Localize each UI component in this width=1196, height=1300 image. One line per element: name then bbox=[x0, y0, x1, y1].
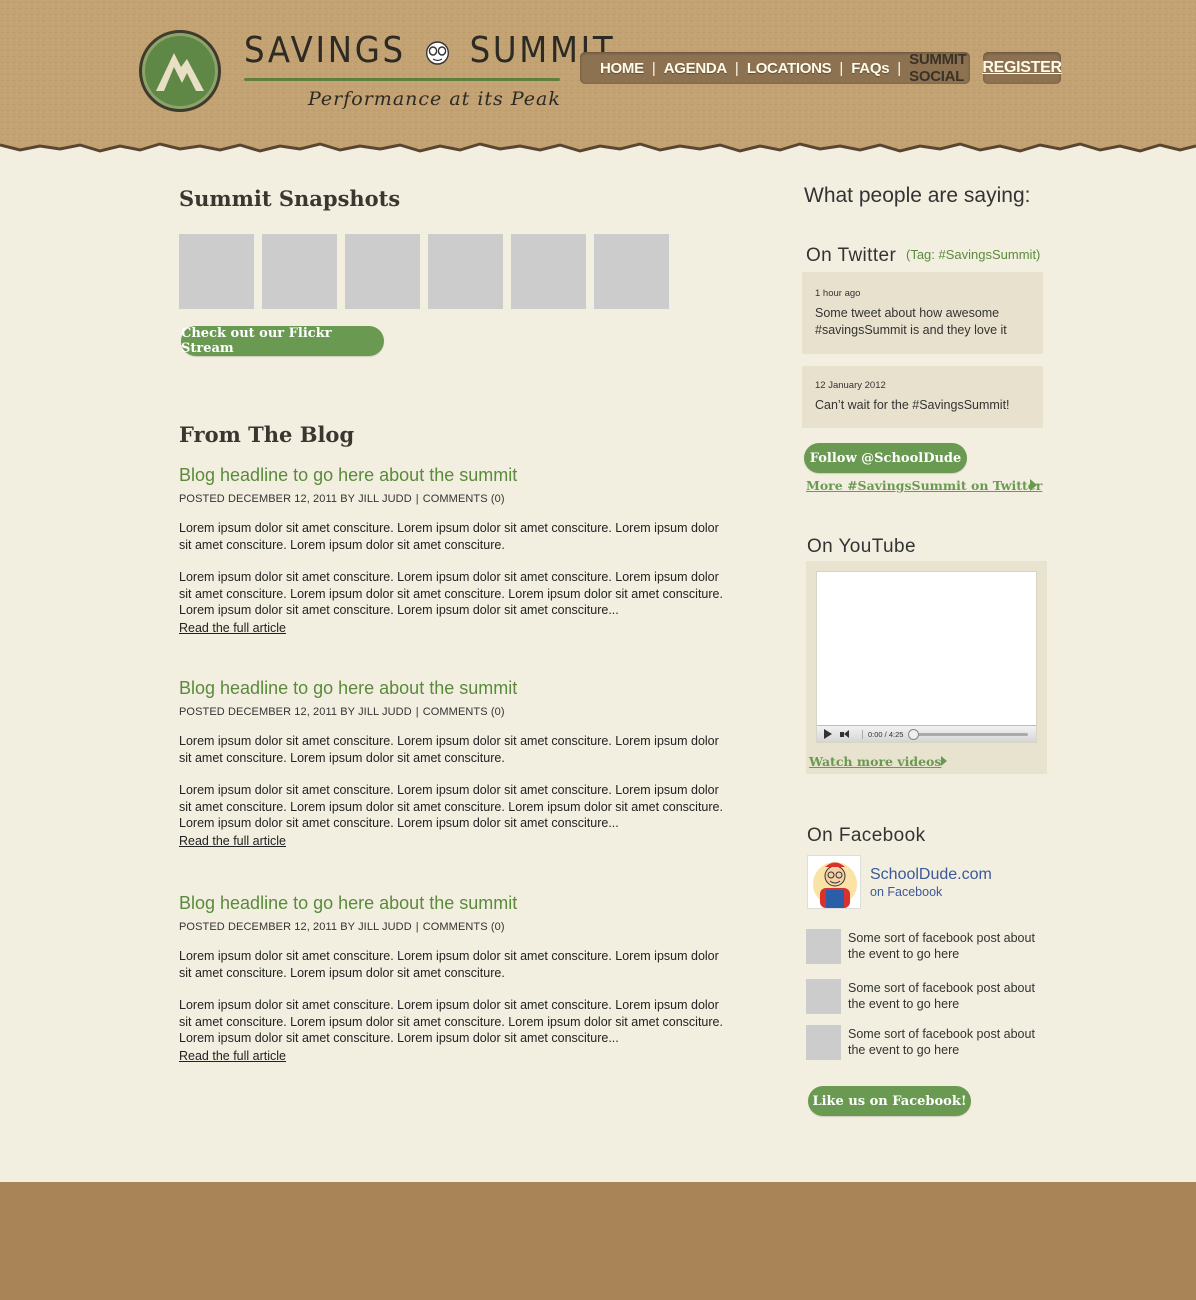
tweet-timestamp: 12 January 2012 bbox=[815, 380, 886, 391]
tweet-card: 1 hour ago Some tweet about how awesome … bbox=[802, 272, 1043, 354]
facebook-post: Some sort of facebook post about the eve… bbox=[806, 979, 1046, 1014]
tweet-timestamp: 1 hour ago bbox=[815, 288, 861, 299]
twitter-heading: On Twitter bbox=[806, 245, 897, 266]
facebook-post-text: Some sort of facebook post about the eve… bbox=[848, 931, 1035, 961]
post-byline: POSTED DECEMBER 12, 2011 BY JILL JUDD bbox=[179, 706, 412, 718]
brand-title-left: SAVINGS bbox=[244, 30, 406, 71]
blog-post: Blog headline to go here about the summi… bbox=[179, 465, 727, 637]
nav-faqs[interactable]: FAQs bbox=[851, 60, 889, 77]
more-videos-link[interactable]: Watch more videos bbox=[809, 754, 941, 769]
read-more-link[interactable]: Read the full article bbox=[179, 1049, 286, 1063]
post-byline: POSTED DECEMBER 12, 2011 BY JILL JUDD bbox=[179, 921, 412, 933]
post-meta: POSTED DECEMBER 12, 2011 BY JILL JUDD | CO… bbox=[179, 921, 727, 933]
post-comments-link[interactable]: COMMENTS (0) bbox=[423, 921, 505, 933]
post-paragraph: Lorem ipsum dolor sit amet consciture. L… bbox=[179, 521, 719, 552]
nav-summit-social[interactable]: SUMMIT SOCIAL bbox=[909, 51, 970, 85]
post-headline[interactable]: Blog headline to go here about the summi… bbox=[179, 465, 727, 486]
video-controls: 0:00 / 4:25 bbox=[817, 725, 1036, 742]
arrow-right-icon bbox=[1030, 479, 1037, 491]
post-paragraph: Lorem ipsum dolor sit amet consciture. L… bbox=[179, 949, 719, 980]
follow-twitter-button[interactable]: Follow @SchoolDude bbox=[804, 443, 967, 473]
nav-locations[interactable]: LOCATIONS bbox=[747, 60, 832, 77]
facebook-post-text: Some sort of facebook post about the eve… bbox=[848, 1027, 1035, 1057]
twitter-tag: (Tag: #SavingsSummit) bbox=[906, 247, 1041, 262]
brand-tagline: Performance at its Peak bbox=[308, 88, 561, 110]
post-paragraph: Lorem ipsum dolor sit amet consciture. L… bbox=[179, 570, 723, 618]
video-time: 0:00 / 4:25 bbox=[862, 729, 903, 739]
sidebar-title: What people are saying: bbox=[804, 184, 1031, 207]
brand: SAVINGS SUMMIT Performance at its Peak bbox=[244, 30, 613, 110]
snapshot-thumbnail[interactable] bbox=[428, 234, 503, 309]
like-facebook-button[interactable]: Like us on Facebook! bbox=[808, 1086, 971, 1116]
post-paragraph: Lorem ipsum dolor sit amet consciture. L… bbox=[179, 783, 723, 831]
site-header: SAVINGS SUMMIT Performance at its Peak H… bbox=[0, 0, 1196, 160]
post-byline: POSTED DECEMBER 12, 2011 BY JILL JUDD bbox=[179, 493, 412, 505]
facebook-page-title[interactable]: SchoolDude.com bbox=[870, 866, 992, 884]
arrow-right-icon bbox=[941, 756, 947, 766]
volume-icon[interactable] bbox=[840, 729, 854, 739]
facebook-page-subtitle: on Facebook bbox=[870, 885, 943, 899]
register-button[interactable]: REGISTER bbox=[982, 52, 1062, 84]
post-meta: POSTED DECEMBER 12, 2011 BY JILL JUDD | CO… bbox=[179, 493, 727, 505]
meta-divider: | bbox=[415, 493, 419, 505]
post-headline[interactable]: Blog headline to go here about the summi… bbox=[179, 893, 727, 914]
snapshot-thumbnail[interactable] bbox=[594, 234, 669, 309]
post-meta: POSTED DECEMBER 12, 2011 BY JILL JUDD | CO… bbox=[179, 706, 727, 718]
schooldude-avatar[interactable] bbox=[807, 855, 861, 909]
facebook-post-thumbnail bbox=[806, 1025, 841, 1060]
more-twitter-link[interactable]: More #SavingsSummit on Twitter bbox=[806, 478, 1042, 493]
snapshot-thumbnail[interactable] bbox=[345, 234, 420, 309]
facebook-heading: On Facebook bbox=[807, 825, 926, 846]
facebook-page-badge[interactable]: SchoolDude.com on Facebook bbox=[807, 855, 992, 909]
nav-divider: | bbox=[734, 59, 739, 77]
snapshot-thumbnail[interactable] bbox=[179, 234, 254, 309]
blog-post: Blog headline to go here about the summi… bbox=[179, 893, 727, 1065]
play-icon[interactable] bbox=[824, 729, 832, 739]
nav-home[interactable]: HOME bbox=[600, 60, 644, 77]
tweet-text: Some tweet about how awesome #savingsSum… bbox=[815, 306, 1007, 337]
mountain-logo-icon[interactable] bbox=[139, 30, 221, 112]
facebook-post: Some sort of facebook post about the eve… bbox=[806, 1025, 1046, 1060]
flickr-stream-button[interactable]: Check out our Flickr Stream bbox=[181, 326, 384, 356]
read-more-link[interactable]: Read the full article bbox=[179, 834, 286, 848]
youtube-heading: On YouTube bbox=[807, 536, 916, 557]
tweet-card: 12 January 2012 Can’t wait for the #Savi… bbox=[802, 366, 1043, 428]
snapshot-thumbnail[interactable] bbox=[262, 234, 337, 309]
youtube-panel: 0:00 / 4:25 bbox=[806, 561, 1047, 774]
facebook-post-thumbnail bbox=[806, 929, 841, 964]
blog-post: Blog headline to go here about the summi… bbox=[179, 678, 727, 850]
site-footer bbox=[0, 1182, 1196, 1300]
video-progress-track[interactable] bbox=[908, 728, 1028, 740]
nav-agenda[interactable]: AGENDA bbox=[664, 60, 728, 77]
facebook-post-text: Some sort of facebook post about the eve… bbox=[848, 981, 1035, 1011]
meta-divider: | bbox=[415, 921, 419, 933]
snapshot-gallery bbox=[179, 234, 669, 309]
facebook-post-thumbnail bbox=[806, 979, 841, 1014]
video-progress-knob[interactable] bbox=[908, 728, 920, 740]
facebook-page-name: SchoolDude.com on Facebook bbox=[870, 866, 992, 909]
nav-divider: | bbox=[651, 59, 656, 77]
post-paragraph: Lorem ipsum dolor sit amet consciture. L… bbox=[179, 734, 719, 765]
brand-title: SAVINGS SUMMIT bbox=[244, 30, 613, 71]
post-comments-link[interactable]: COMMENTS (0) bbox=[423, 706, 505, 718]
snapshots-title: Summit Snapshots bbox=[179, 186, 401, 211]
brand-underline bbox=[244, 78, 560, 81]
tweet-text: Can’t wait for the #SavingsSummit! bbox=[815, 398, 1010, 412]
nav-divider: | bbox=[897, 59, 902, 77]
post-comments-link[interactable]: COMMENTS (0) bbox=[423, 493, 505, 505]
read-more-link[interactable]: Read the full article bbox=[179, 621, 286, 635]
post-paragraph: Lorem ipsum dolor sit amet consciture. L… bbox=[179, 998, 723, 1046]
main-nav: HOME | AGENDA | LOCATIONS | FAQs | SUMMI… bbox=[580, 51, 970, 85]
mascot-icon bbox=[426, 41, 450, 65]
snapshot-thumbnail[interactable] bbox=[511, 234, 586, 309]
meta-divider: | bbox=[415, 706, 419, 718]
post-headline[interactable]: Blog headline to go here about the summi… bbox=[179, 678, 727, 699]
nav-divider: | bbox=[839, 59, 844, 77]
facebook-post: Some sort of facebook post about the eve… bbox=[806, 929, 1046, 964]
blog-title: From The Blog bbox=[179, 422, 355, 447]
youtube-video-player[interactable]: 0:00 / 4:25 bbox=[816, 571, 1037, 743]
